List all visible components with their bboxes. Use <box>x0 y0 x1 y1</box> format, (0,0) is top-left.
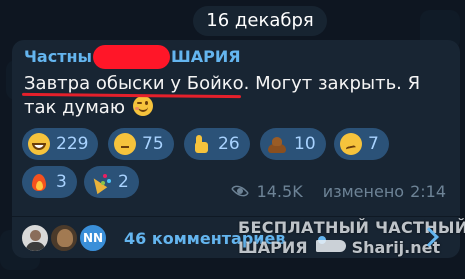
reaction-count: 2 <box>118 172 129 192</box>
winking-face-icon <box>132 96 153 116</box>
avatar <box>49 223 79 253</box>
thinking-face-icon <box>114 133 136 155</box>
reaction-fire[interactable]: 3 <box>22 166 77 198</box>
reaction-count: 26 <box>218 134 240 154</box>
reaction-woozy[interactable]: 7 <box>334 128 389 160</box>
views-eye-icon <box>229 184 251 198</box>
reaction-thumbs-up[interactable]: 26 <box>184 128 250 160</box>
reaction-party[interactable]: 2 <box>84 166 139 198</box>
woozy-face-icon <box>340 133 362 155</box>
channel-name[interactable]: Частны <box>24 46 92 68</box>
reaction-count: 7 <box>368 134 379 154</box>
message-meta: 14.5K изменено 2:14 <box>214 180 446 202</box>
views-count: 14.5K <box>256 181 303 201</box>
thumbs-up-icon <box>190 133 212 155</box>
commenter-avatars[interactable]: NN <box>20 223 116 255</box>
reaction-count: 10 <box>294 134 316 154</box>
reaction-count: 229 <box>56 134 89 154</box>
pile-of-poo-icon <box>266 133 288 155</box>
reaction-count: 3 <box>56 172 67 192</box>
message-time: 2:14 <box>410 181 446 201</box>
party-popper-icon <box>90 171 112 193</box>
edited-label: изменено <box>322 181 405 201</box>
redaction-mark <box>93 45 170 69</box>
channel-name-suffix[interactable]: ШАРИЯ <box>171 46 241 68</box>
reaction-grinning[interactable]: 229 <box>22 128 99 160</box>
date-separator: 16 декабря <box>193 6 327 36</box>
watermark-line2: ШАРИЯ Sharij.net <box>238 238 440 257</box>
fire-icon <box>28 171 50 193</box>
reaction-poop[interactable]: 10 <box>260 128 326 160</box>
avatar <box>20 223 50 253</box>
watermark-name: ШАРИЯ <box>238 238 308 257</box>
reaction-thinking[interactable]: 75 <box>108 128 174 160</box>
reaction-count: 75 <box>142 134 164 154</box>
grinning-face-icon <box>28 133 50 155</box>
pointing-hand-icon <box>315 240 346 252</box>
avatar: NN <box>78 223 108 253</box>
